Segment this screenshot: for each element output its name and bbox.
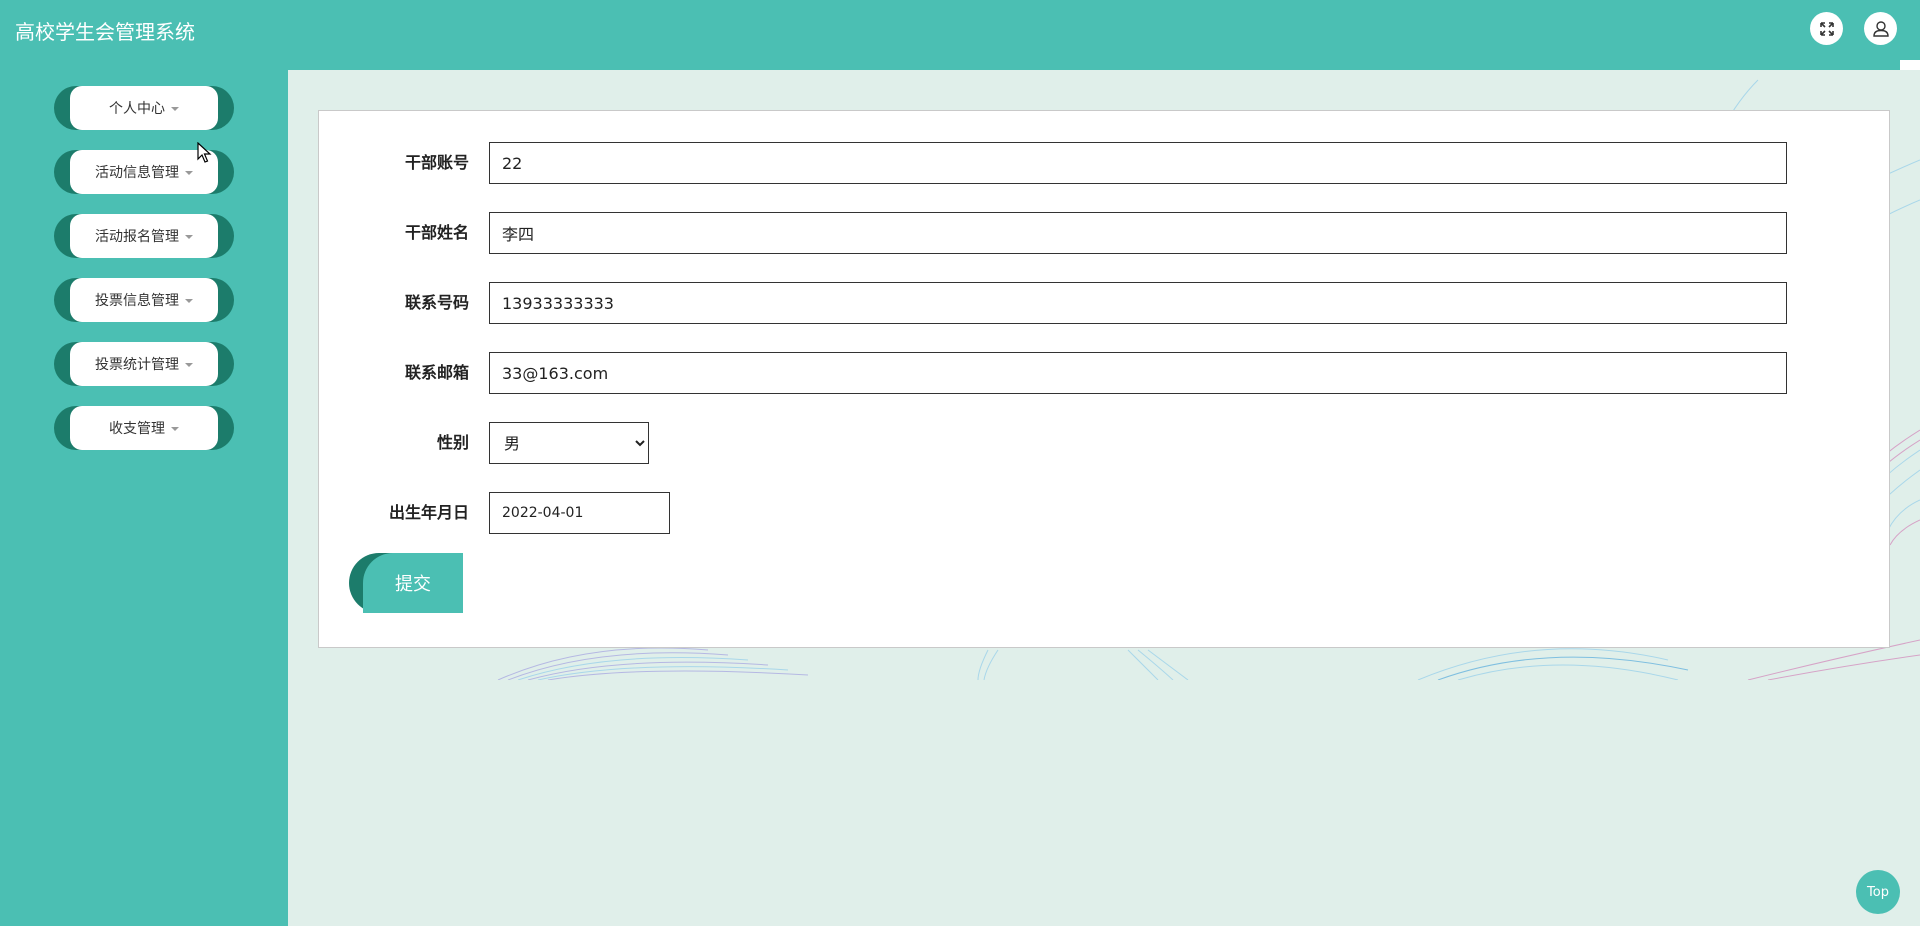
sidebar-item-pill: 活动信息管理 <box>70 150 218 194</box>
gender-label: 性别 <box>436 433 469 452</box>
form-row-gender: 性别 男 <box>319 422 1889 464</box>
caret-down-icon <box>185 363 193 367</box>
user-button[interactable] <box>1864 12 1897 45</box>
sidebar-item-activity-signup[interactable]: 活动报名管理 <box>54 214 234 258</box>
account-input[interactable] <box>489 142 1787 184</box>
back-to-top-button[interactable]: Top <box>1856 870 1900 914</box>
sidebar-item-pill: 收支管理 <box>70 406 218 450</box>
sidebar-item-pill: 个人中心 <box>70 86 218 130</box>
form-row-name: 干部姓名 <box>319 212 1889 254</box>
sidebar-item-personal-center[interactable]: 个人中心 <box>54 86 234 130</box>
sidebar-item-pill: 投票信息管理 <box>70 278 218 322</box>
caret-down-icon <box>185 171 193 175</box>
fullscreen-button[interactable] <box>1810 12 1843 45</box>
form-row-account: 干部账号 <box>319 142 1889 184</box>
form-row-email: 联系邮箱 <box>319 352 1889 394</box>
form-row-birthdate: 出生年月日 <box>319 492 1889 534</box>
phone-input[interactable] <box>489 282 1787 324</box>
birthdate-label: 出生年月日 <box>388 503 469 522</box>
sidebar-item-label: 活动信息管理 <box>95 165 179 181</box>
caret-down-icon <box>185 235 193 239</box>
submit-button[interactable]: 提交 <box>349 553 463 613</box>
sidebar-item-label: 投票信息管理 <box>95 293 179 309</box>
email-input[interactable] <box>489 352 1787 394</box>
name-label: 干部姓名 <box>404 223 469 242</box>
user-icon <box>1872 20 1889 37</box>
caret-down-icon <box>171 107 179 111</box>
sidebar-item-label: 个人中心 <box>109 101 165 117</box>
form-row-phone: 联系号码 <box>319 282 1889 324</box>
sidebar-item-pill: 投票统计管理 <box>70 342 218 386</box>
sidebar-item-vote-info[interactable]: 投票信息管理 <box>54 278 234 322</box>
mouse-cursor-icon <box>197 142 212 163</box>
scrollbar-corner <box>1900 60 1920 70</box>
phone-label: 联系号码 <box>404 293 469 312</box>
top-header: 高校学生会管理系统 <box>0 0 1920 70</box>
sidebar-item-pill: 活动报名管理 <box>70 214 218 258</box>
caret-down-icon <box>171 427 179 431</box>
email-label: 联系邮箱 <box>404 363 469 382</box>
sidebar: 个人中心 活动信息管理 活动报名管理 投票信息管理 投票统计管理 收支管理 <box>0 70 288 926</box>
sidebar-item-finance[interactable]: 收支管理 <box>54 406 234 450</box>
account-label: 干部账号 <box>404 153 469 172</box>
sidebar-item-label: 收支管理 <box>109 421 165 437</box>
gender-select[interactable]: 男 <box>489 422 649 464</box>
submit-button-label: 提交 <box>363 553 463 613</box>
app-title: 高校学生会管理系统 <box>15 20 195 44</box>
birthdate-input[interactable] <box>489 492 670 534</box>
name-input[interactable] <box>489 212 1787 254</box>
sidebar-item-label: 活动报名管理 <box>95 229 179 245</box>
cadre-form: 干部账号 干部姓名 联系号码 联系邮箱 性别 男 出生年月日 提交 <box>318 110 1890 648</box>
fullscreen-icon <box>1819 21 1834 36</box>
sidebar-item-vote-stats[interactable]: 投票统计管理 <box>54 342 234 386</box>
sidebar-item-label: 投票统计管理 <box>95 357 179 373</box>
caret-down-icon <box>185 299 193 303</box>
